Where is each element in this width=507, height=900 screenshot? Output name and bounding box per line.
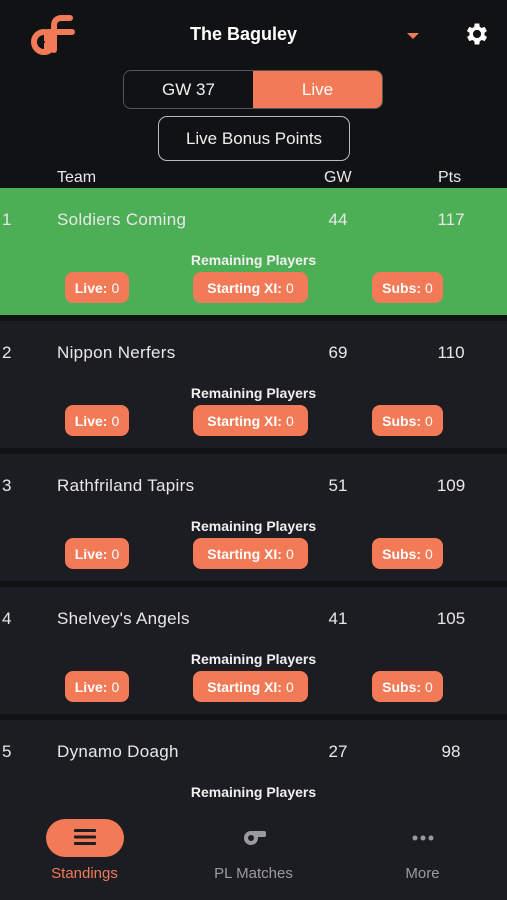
standings-row[interactable]: 4 Shelvey's Angels 41 105 Remaining Play… [0, 587, 507, 714]
gw-points: 51 [328, 476, 348, 495]
subs-count-badge: Subs: 0 [372, 538, 443, 569]
tab-label: More [405, 865, 440, 882]
subs-count-badge: Subs: 0 [372, 671, 443, 702]
gear-icon[interactable] [463, 20, 491, 48]
standings-row[interactable]: 2 Nippon Nerfers 69 110 Remaining Player… [0, 321, 507, 448]
bottom-tab-bar: Standings PL Matches More [0, 808, 507, 900]
gw-points: 41 [328, 609, 348, 628]
standings-column-headers: Team GW Pts [0, 168, 507, 188]
team-name: Nippon Nerfers [57, 343, 176, 362]
tab-pl-matches[interactable]: PL Matches [169, 808, 338, 900]
total-points: 98 [441, 742, 461, 761]
starting-xi-count-badge: Starting XI: 0 [193, 272, 308, 303]
remaining-players-label: Remaining Players [190, 651, 317, 667]
gw-points: 27 [328, 742, 348, 761]
app-header: The Baguley [0, 0, 507, 70]
standings-row[interactable]: 1 Soldiers Coming 44 117 Remaining Playe… [0, 188, 507, 315]
column-gw: GW [324, 169, 352, 186]
total-points: 117 [437, 210, 465, 229]
remaining-players-label: Remaining Players [190, 518, 317, 534]
live-count-badge: Live: 0 [65, 405, 129, 436]
standings-row[interactable]: 5 Dynamo Doagh 27 98 Remaining Players [0, 720, 507, 810]
starting-xi-count-badge: Starting XI: 0 [193, 671, 308, 702]
rank: 2 [2, 343, 12, 362]
total-points: 110 [437, 343, 465, 362]
view-toggle-area: GW 37 Live Live Bonus Points [0, 70, 507, 170]
starting-xi-count-badge: Starting XI: 0 [193, 405, 308, 436]
tab-label: PL Matches [214, 865, 293, 882]
rank: 4 [2, 609, 12, 628]
tab-live[interactable]: Live [253, 71, 382, 108]
total-points: 109 [436, 476, 466, 495]
gw-points: 44 [328, 210, 348, 229]
live-count-badge: Live: 0 [65, 538, 129, 569]
live-count-badge: Live: 0 [65, 272, 129, 303]
remaining-players-label: Remaining Players [190, 385, 317, 401]
caret-down-icon[interactable] [404, 30, 422, 42]
more-dots-icon [412, 835, 433, 841]
whistle-icon [243, 831, 266, 845]
gw-points: 69 [328, 343, 348, 362]
starting-xi-count-badge: Starting XI: 0 [193, 538, 308, 569]
list-icon [73, 829, 96, 845]
rank: 1 [2, 210, 12, 229]
live-bonus-points-button[interactable]: Live Bonus Points [158, 116, 350, 161]
gameweek-segmented-control: GW 37 Live [123, 70, 383, 109]
tab-gameweek[interactable]: GW 37 [124, 71, 253, 108]
total-points: 105 [436, 609, 466, 628]
remaining-players-label: Remaining Players [190, 252, 317, 268]
tab-label: Standings [51, 865, 118, 882]
team-name: Soldiers Coming [57, 210, 187, 229]
rank: 5 [2, 742, 12, 761]
subs-count-badge: Subs: 0 [372, 272, 443, 303]
standings-row[interactable]: 3 Rathfriland Tapirs 51 109 Remaining Pl… [0, 454, 507, 581]
subs-count-badge: Subs: 0 [372, 405, 443, 436]
team-name: Rathfriland Tapirs [57, 476, 195, 495]
column-pts: Pts [438, 169, 462, 186]
tab-standings[interactable]: Standings [0, 808, 169, 900]
column-team: Team [57, 169, 97, 186]
rank: 3 [2, 476, 12, 495]
live-count-badge: Live: 0 [65, 671, 129, 702]
remaining-players-label: Remaining Players [190, 784, 317, 800]
team-name: Dynamo Doagh [57, 742, 179, 761]
team-name: Shelvey's Angels [57, 609, 190, 628]
tab-more[interactable]: More [338, 808, 507, 900]
